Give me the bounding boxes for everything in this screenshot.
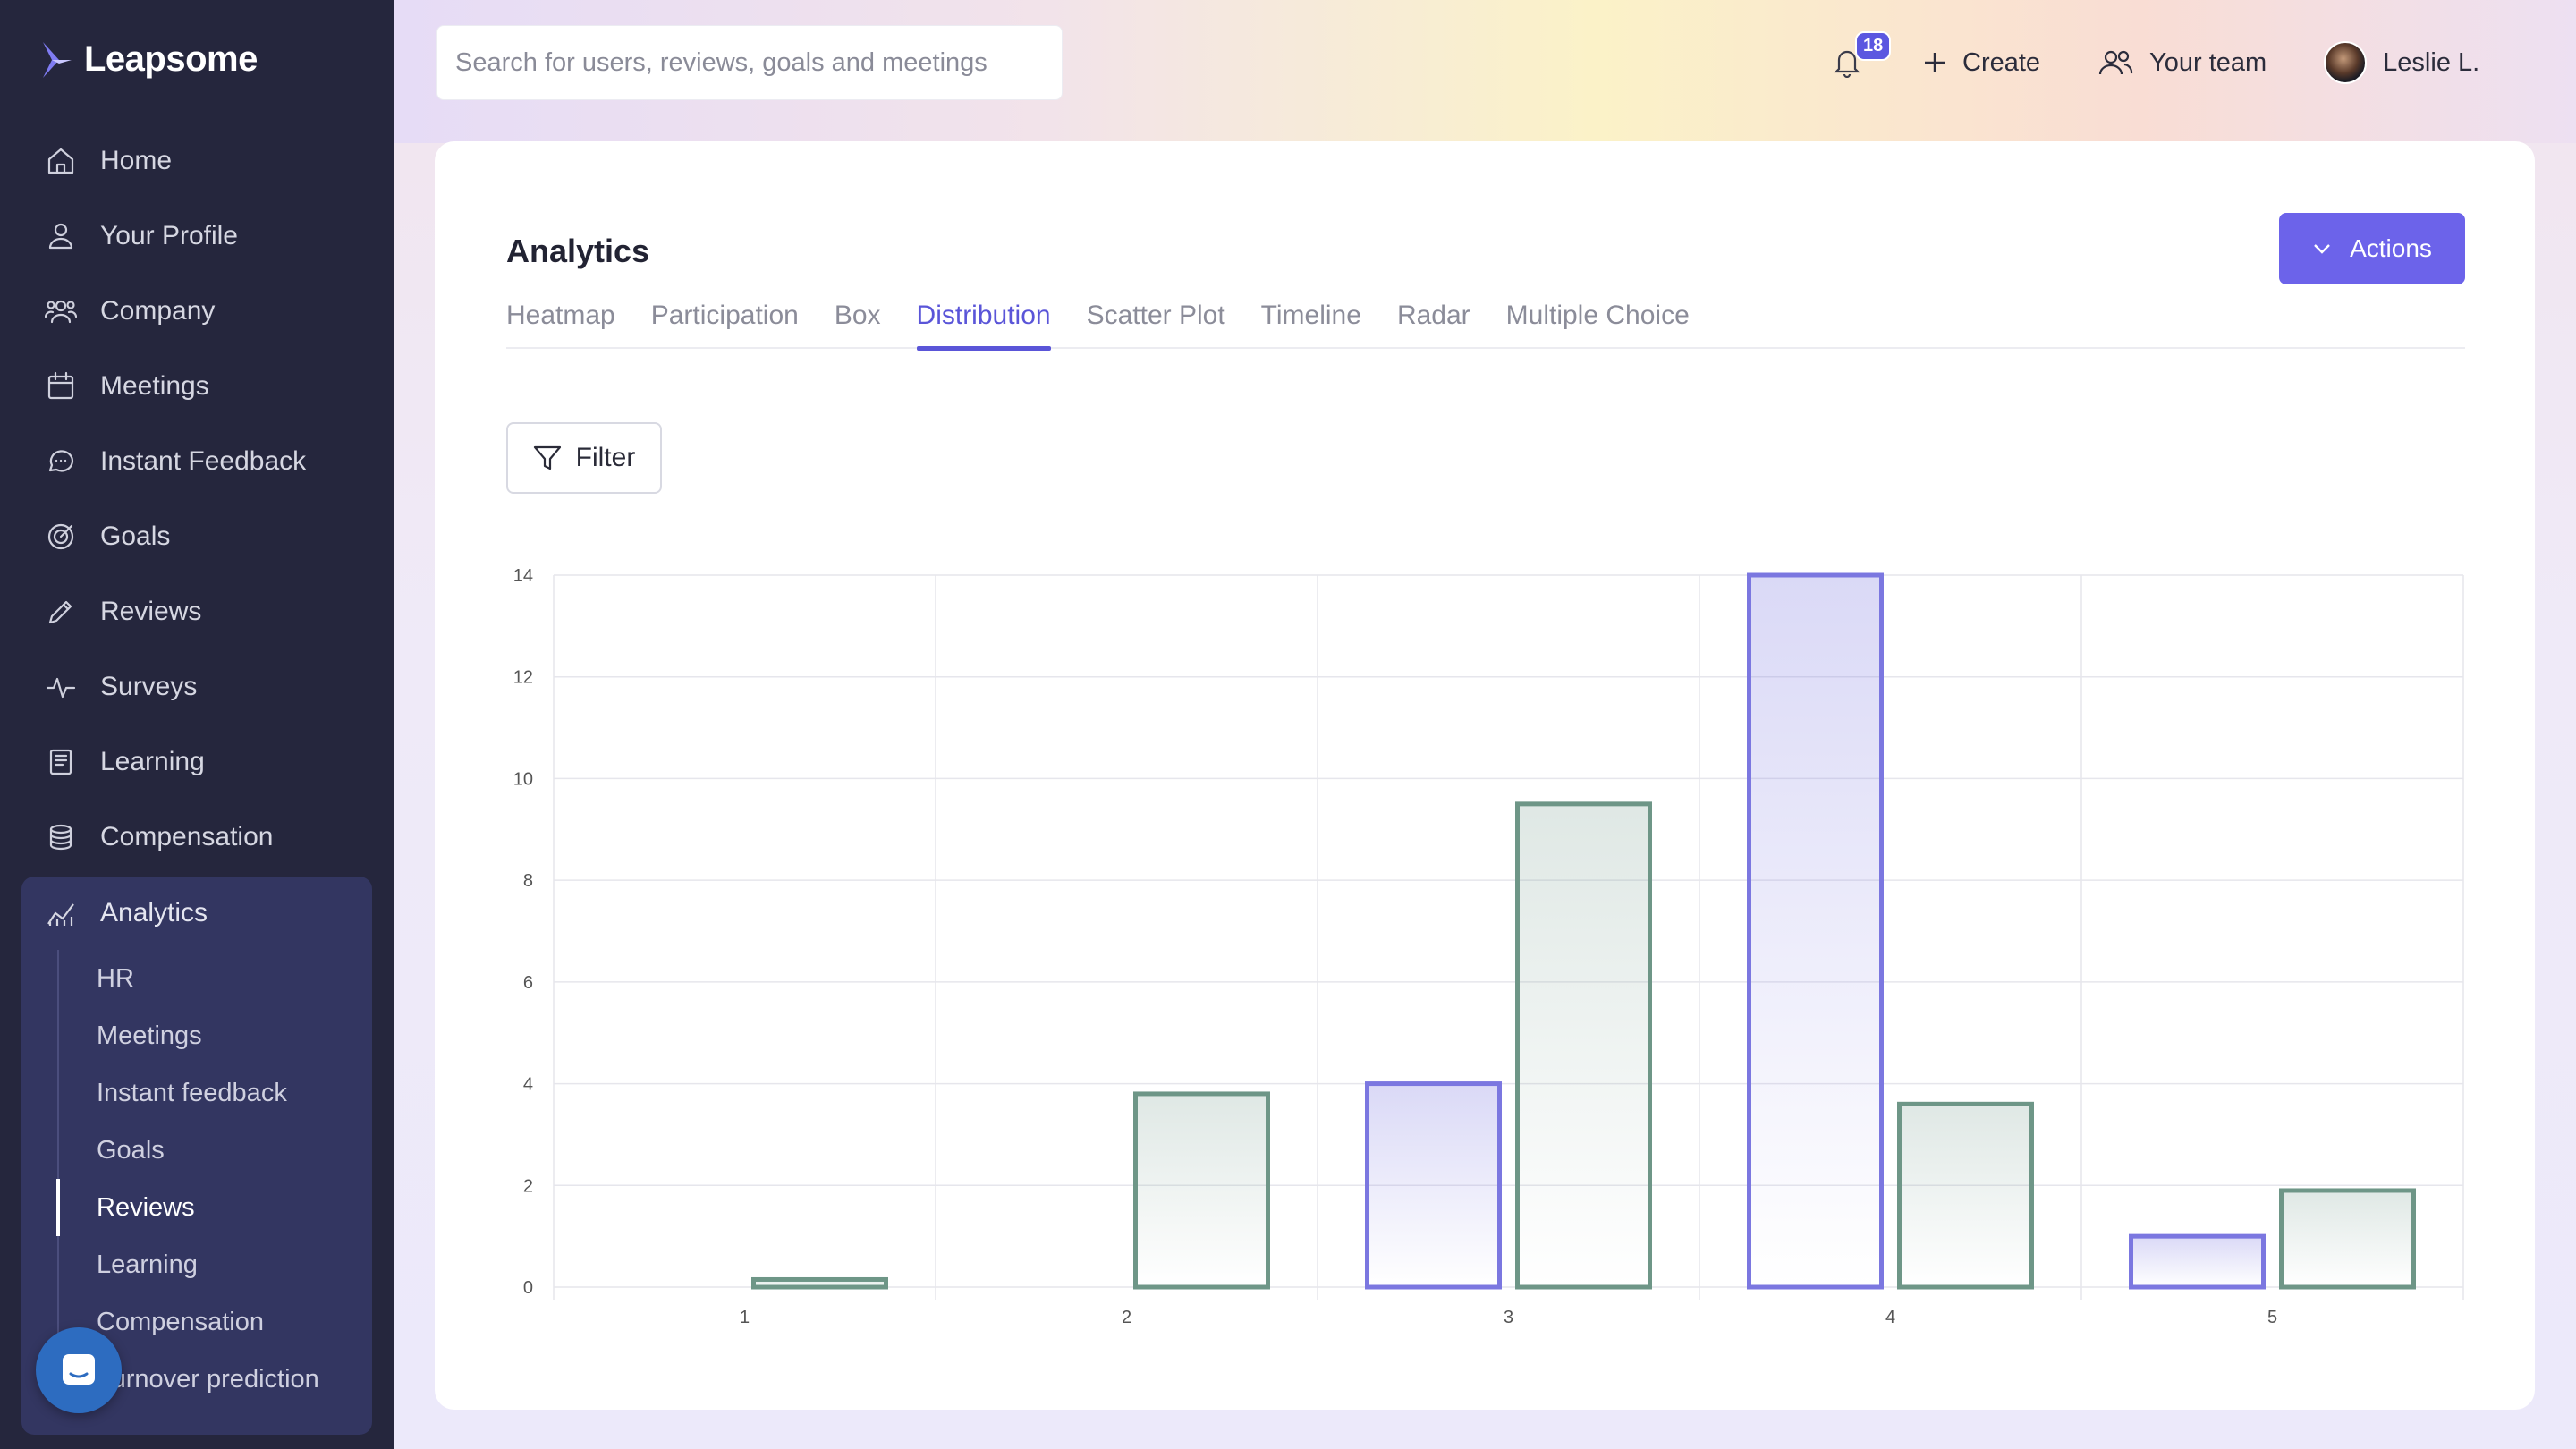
sidebar-nav: Home Your Profile Company Meetings Instant F…: [21, 123, 372, 875]
bar-series-1-cat-3[interactable]: [1365, 1081, 1502, 1290]
create-label: Create: [1962, 47, 2041, 77]
y-tick-label: 0: [523, 1278, 533, 1298]
sidebar-item-label: Instant Feedback: [100, 446, 307, 476]
sidebar-item-label: Company: [100, 296, 216, 326]
sidebar-item-meetings[interactable]: Meetings: [21, 349, 372, 424]
x-tick-label: 5: [2267, 1308, 2277, 1327]
y-tick-label: 2: [523, 1176, 533, 1196]
x-tick-label: 2: [1122, 1308, 1131, 1327]
chat-icon: [48, 450, 74, 472]
pulse-icon: [46, 677, 76, 699]
analytics-subitem-hr[interactable]: HR: [59, 950, 361, 1007]
sidebar-item-surveys[interactable]: Surveys: [21, 649, 372, 724]
home-icon: [47, 148, 74, 174]
users-icon: [45, 300, 77, 324]
user-name: Leslie L.: [2383, 47, 2480, 77]
sidebar-item-reviews[interactable]: Reviews: [21, 574, 372, 649]
y-tick-label: 8: [523, 871, 533, 891]
notifications-button[interactable]: 18: [1825, 31, 1892, 85]
bar-series-2-cat-4[interactable]: [1897, 1101, 2034, 1290]
sidebar-item-label: Learning: [100, 747, 205, 776]
sidebar-item-instant-feedback[interactable]: Instant Feedback: [21, 424, 372, 499]
x-tick-label: 3: [1504, 1308, 1513, 1327]
analytics-subitem-learning[interactable]: Learning: [59, 1236, 361, 1293]
topbar-actions: 18 Create Your team Leslie L.: [1825, 27, 2479, 98]
analytics-subitem-meetings[interactable]: Meetings: [59, 1007, 361, 1064]
analytics-icon: [47, 903, 74, 926]
sidebar-item-home[interactable]: Home: [21, 123, 372, 199]
sidebar-item-label: Reviews: [100, 597, 202, 626]
sidebar-item-label: Surveys: [100, 672, 198, 701]
sidebar-item-label: Home: [100, 146, 173, 175]
target-icon: [47, 523, 74, 550]
bar-series-2-cat-2[interactable]: [1133, 1091, 1270, 1290]
y-tick-label: 6: [523, 973, 533, 993]
sidebar-item-analytics[interactable]: Analytics: [21, 877, 372, 950]
sidebar-item-label: Compensation: [100, 822, 274, 852]
search-input[interactable]: Search for users, reviews, goals and mee…: [436, 25, 1063, 100]
team-icon: [2098, 50, 2133, 75]
leapsome-logo-icon: [43, 41, 72, 78]
analytics-card: Analytics Actions Heatmap Participation Bo…: [435, 141, 2535, 1410]
your-team-label: Your team: [2149, 47, 2267, 77]
sidebar-item-compensation[interactable]: Compensation: [21, 800, 372, 875]
user-menu[interactable]: Leslie L.: [2324, 41, 2479, 84]
sidebar-item-goals[interactable]: Goals: [21, 499, 372, 574]
create-button[interactable]: Create: [1923, 48, 2040, 78]
bar-series-2-cat-1[interactable]: [751, 1276, 888, 1290]
sidebar-item-your-profile[interactable]: Your Profile: [21, 199, 372, 274]
analytics-subitem-goals[interactable]: Goals: [59, 1122, 361, 1179]
brand-logo[interactable]: Leapsome: [39, 39, 258, 80]
sidebar-item-company[interactable]: Company: [21, 274, 372, 349]
bar-series-2-cat-5[interactable]: [2279, 1188, 2416, 1290]
avatar: [2324, 41, 2368, 84]
distribution-chart: 024681012141 2 3 4 5: [513, 566, 2464, 1327]
brand-name: Leapsome: [84, 39, 258, 79]
bar-series-2-cat-3[interactable]: [1515, 801, 1652, 1290]
y-tick-label: 12: [513, 668, 533, 688]
sidebar-item-learning[interactable]: Learning: [21, 724, 372, 800]
bar-series-1-cat-5[interactable]: [2129, 1233, 2266, 1290]
x-tick-label: 4: [1885, 1308, 1895, 1327]
bar-series-1-cat-4[interactable]: [1747, 572, 1884, 1290]
y-tick-label: 10: [513, 769, 533, 789]
your-team-button[interactable]: Your team: [2097, 48, 2267, 78]
plus-icon: [1925, 53, 1945, 72]
sidebar-item-label: Your Profile: [100, 221, 238, 250]
coins-icon: [49, 824, 72, 851]
sidebar-item-label: Meetings: [100, 371, 209, 401]
x-tick-label: 1: [740, 1308, 750, 1327]
analytics-subitem-instant-feedback[interactable]: Instant feedback: [59, 1064, 361, 1122]
sidebar: Leapsome Home Your Profile Company Meetings…: [0, 0, 394, 1449]
pencil-icon: [48, 600, 72, 624]
sidebar-item-label: Analytics: [100, 898, 208, 928]
book-icon: [49, 749, 72, 775]
calendar-icon: [47, 371, 74, 400]
sidebar-item-label: Goals: [100, 521, 171, 551]
search-placeholder: Search for users, reviews, goals and mee…: [455, 47, 987, 77]
analytics-subitem-reviews[interactable]: Reviews: [56, 1179, 361, 1236]
y-tick-label: 4: [523, 1075, 533, 1095]
notifications-badge: 18: [1855, 31, 1892, 61]
user-icon: [48, 223, 73, 250]
chat-icon: [63, 1354, 95, 1385]
chat-launcher-button[interactable]: [36, 1327, 122, 1413]
y-tick-label: 14: [513, 566, 533, 586]
